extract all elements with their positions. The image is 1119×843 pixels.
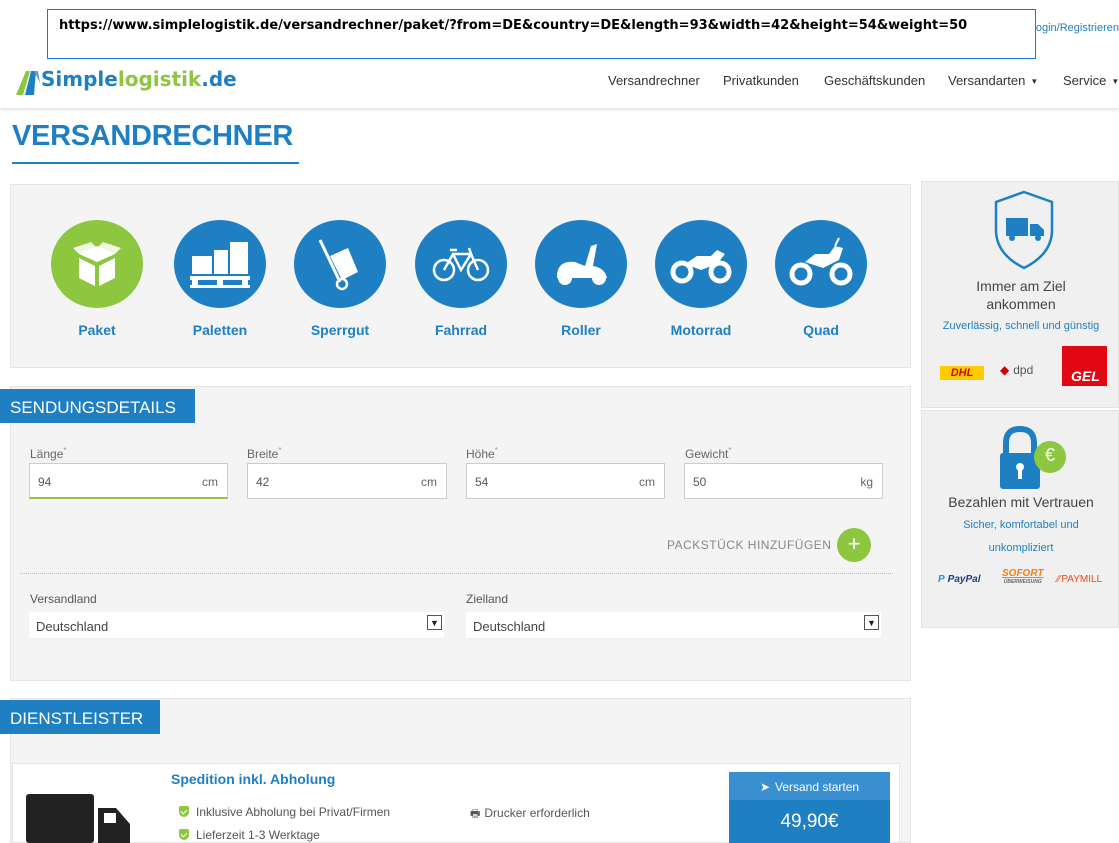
truck-icon <box>26 794 130 843</box>
printer-icon: 🖶 <box>470 808 481 820</box>
shipment-details-header: SENDUNGSDETAILS <box>0 389 195 423</box>
logo-text: Simplelogistik.de <box>41 67 237 91</box>
dhl-logo: DHL <box>940 366 984 380</box>
sidebar-subtitle-2a: Sicher, komfortabel und <box>963 519 1079 531</box>
paymill-logo: ⁄⁄PAYMILL <box>1057 574 1103 585</box>
divider <box>20 573 893 574</box>
sofort-logo: SOFORT ÜBERWEISUNG <box>1002 568 1044 586</box>
paypal-logo: P PayPal <box>938 574 981 585</box>
sidebar-subtitle-1: Zuverlässig, schnell und günstig <box>942 320 1100 332</box>
browser-url-bar[interactable]: https://www.simplelogistik.de/versandrec… <box>47 9 1036 59</box>
destination-country-label: Zielland <box>466 592 509 606</box>
add-package-plus-icon[interactable]: + <box>837 528 871 562</box>
vehicle-paletten[interactable]: Paletten <box>174 220 266 338</box>
dpd-logo: ◆ dpd <box>1000 363 1034 377</box>
title-underline <box>12 162 299 164</box>
vehicle-sperrgut[interactable]: Sperrgut <box>294 220 386 338</box>
length-label: Länge* <box>30 446 67 461</box>
destination-country-select[interactable]: Deutschland ▼ <box>466 612 881 639</box>
lock-euro-icon <box>1000 425 1066 489</box>
height-input[interactable]: 54 cm <box>466 463 665 499</box>
nav-service[interactable]: Service ▼ <box>1063 73 1119 88</box>
hand-truck-icon <box>294 220 386 308</box>
logo-road-icon <box>16 71 40 95</box>
origin-country-select[interactable]: Deutschland ▼ <box>29 612 444 639</box>
add-package-label[interactable]: PACKSTÜCK HINZUFÜGEN <box>667 538 831 552</box>
shield-check-icon <box>179 829 189 840</box>
sidebar-title-2: Bezahlen mit Vertrauen <box>948 494 1094 510</box>
nav-geschaeftskunden[interactable]: Geschäftskunden <box>824 73 925 88</box>
site-header: Simplelogistik.de Versandrechner Privatk… <box>0 56 1119 108</box>
page-title: VERSANDRECHNER <box>12 120 293 152</box>
nav-privatkunden[interactable]: Privatkunden <box>723 73 799 88</box>
caret-down-icon: ▼ <box>1030 77 1039 87</box>
weight-label: Gewicht* <box>685 446 732 461</box>
height-label: Höhe* <box>466 446 498 461</box>
width-label: Breite* <box>247 446 282 461</box>
shield-check-icon <box>179 806 189 817</box>
sidebar-title-1b: ankommen <box>986 296 1056 312</box>
width-input[interactable]: 42 cm <box>247 463 447 499</box>
nav-versandrechner[interactable]: Versandrechner <box>608 73 700 88</box>
vehicle-motorrad[interactable]: Motorrad <box>655 220 747 338</box>
sidebar-subtitle-2b: unkompliziert <box>988 542 1054 554</box>
gel-logo: GEL <box>1062 346 1107 386</box>
start-shipping-button[interactable]: ➤ Versand starten <box>729 772 890 800</box>
vehicle-roller[interactable]: Roller <box>535 220 627 338</box>
weight-input[interactable]: 50 kg <box>684 463 883 499</box>
quad-icon <box>775 220 867 308</box>
select-arrow-icon: ▼ <box>427 615 442 630</box>
service-title: Spedition inkl. Abholung <box>171 771 336 787</box>
euro-symbol: € <box>1044 445 1055 465</box>
nav-versandarten[interactable]: Versandarten ▼ <box>948 73 1038 88</box>
url-text: https://www.simplelogistik.de/versandrec… <box>59 18 968 33</box>
sidebar-trust-box: Immer am Ziel ankommen Zuverlässig, schn… <box>921 181 1119 408</box>
price-display: 49,90€ <box>729 800 890 843</box>
login-register-link[interactable]: ogin/Registrieren <box>1036 22 1119 34</box>
select-arrow-icon: ▼ <box>864 615 879 630</box>
pallet-icon <box>174 220 266 308</box>
vehicle-quad[interactable]: Quad <box>775 220 867 338</box>
origin-country-label: Versandland <box>30 592 97 606</box>
vehicle-paket[interactable]: Paket <box>51 220 143 338</box>
sidebar-title-1: Immer am Ziel <box>976 278 1066 294</box>
feature-delivery-time: Lieferzeit 1-3 Werktage <box>179 828 320 842</box>
printer-required: 🖶 Drucker erforderlich <box>470 806 590 820</box>
bicycle-icon <box>415 220 507 308</box>
feature-pickup: Inklusive Abholung bei Privat/Firmen <box>179 805 390 819</box>
caret-down-icon: ▼ <box>1111 77 1119 87</box>
package-icon <box>51 220 143 308</box>
length-input[interactable]: 94 cm <box>29 463 228 499</box>
scooter-icon <box>535 220 627 308</box>
send-arrow-icon: ➤ <box>759 780 770 794</box>
providers-header: DIENSTLEISTER <box>0 700 160 734</box>
shield-truck-icon <box>994 190 1054 270</box>
vehicle-fahrrad[interactable]: Fahrrad <box>415 220 507 338</box>
sidebar-payment-box: € Bezahlen mit Vertrauen Sicher, komfort… <box>921 410 1119 628</box>
motorcycle-icon <box>655 220 747 308</box>
